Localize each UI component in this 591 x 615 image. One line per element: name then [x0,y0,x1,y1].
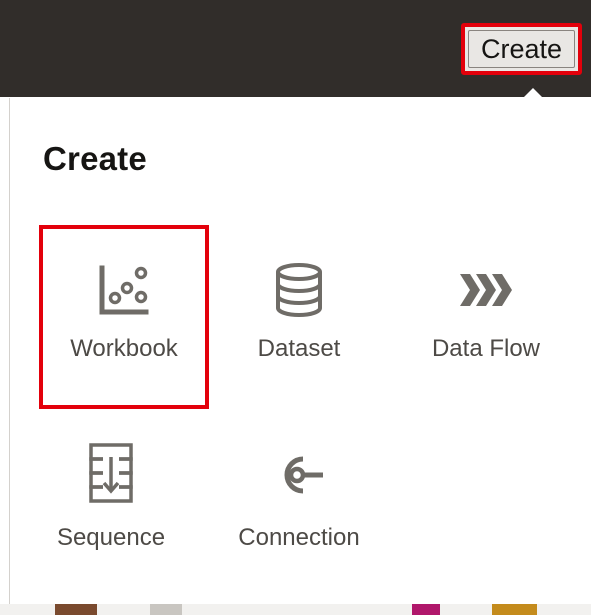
dataset-label: Dataset [257,335,341,362]
connection-icon [209,448,389,502]
background-thumbnail [492,604,537,615]
workbook-label: Workbook [70,335,178,362]
create-sequence-item[interactable]: Sequence [26,414,196,598]
panel-title: Create [43,140,147,177]
data-flow-chevrons-icon [401,263,571,317]
menu-pointer-caret [522,88,544,99]
background-thumbnail [412,604,440,615]
sequence-icon [26,443,196,503]
create-workbook-item[interactable]: Workbook [39,225,209,409]
create-button-focus-ring [468,30,575,68]
create-dataset-item[interactable]: Dataset [214,225,384,409]
create-menu-panel: Create Workbook Dataset Data Flow Sequen… [9,98,591,604]
background-thumbnail [150,604,182,615]
create-button[interactable]: Create [461,23,582,75]
background-thumbnail [55,604,97,615]
connection-label: Connection [238,524,360,551]
sequence-label: Sequence [56,524,166,551]
data-flow-label: Data Flow [431,335,541,362]
workbook-chart-icon [43,263,205,317]
create-connection-item[interactable]: Connection [209,414,389,598]
create-data-flow-item[interactable]: Data Flow [401,225,571,409]
database-icon [214,263,384,317]
